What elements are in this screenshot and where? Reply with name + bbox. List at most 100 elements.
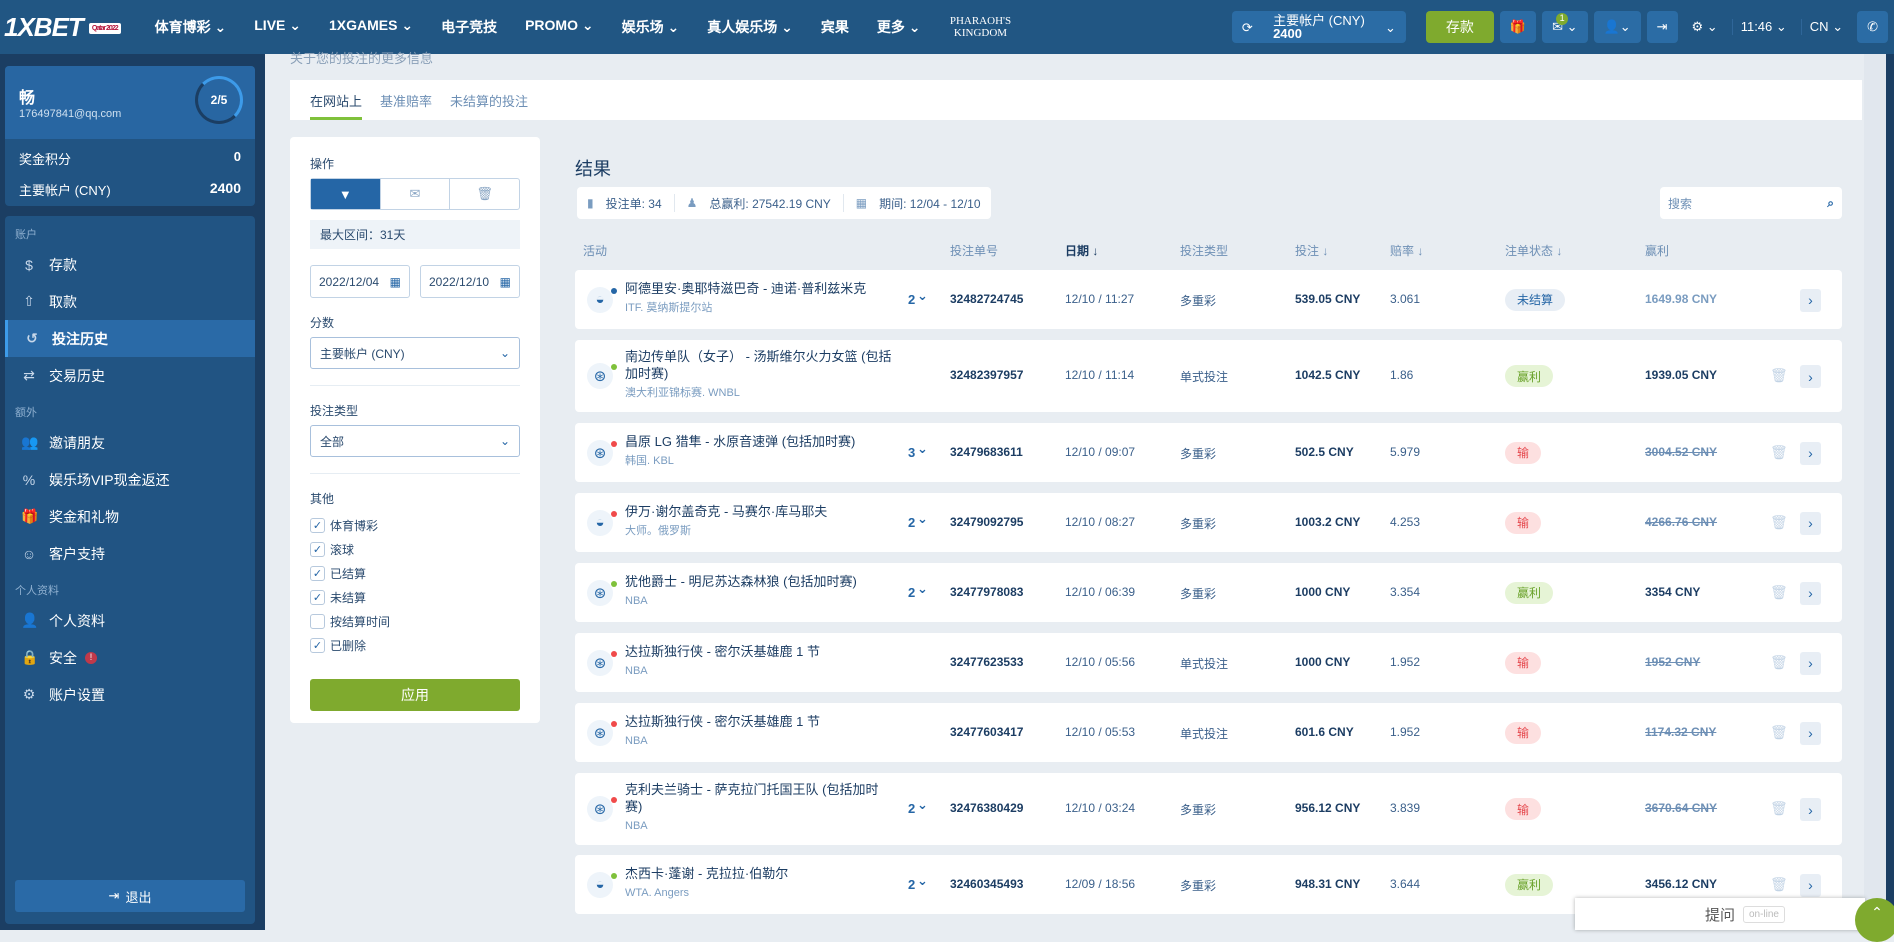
sidebar-item[interactable]: 🎁 奖金和礼物	[5, 498, 255, 535]
column-header[interactable]: 注单状态 ↓	[1505, 242, 1562, 259]
tab[interactable]: 未结算的投注	[450, 91, 528, 110]
bet-row[interactable]: ⊛ 达拉斯独行侠 - 密尔沃基雄鹿 1 节 NBA 32477603417 12/10 …	[575, 703, 1842, 762]
trash-icon[interactable]: 🗑	[1770, 514, 1788, 531]
chat-widget[interactable]: 提问 on-line	[1575, 898, 1865, 930]
checkbox-empty[interactable]	[310, 613, 325, 629]
sidebar-item[interactable]: ☺ 客户支持	[5, 535, 255, 572]
mail-icon[interactable]: ✉	[381, 179, 451, 209]
sidebar-item[interactable]: $ 存款	[5, 246, 255, 283]
nav-item[interactable]: PROMO ⌄	[511, 17, 608, 37]
calendar-icon[interactable]: ▦	[390, 275, 401, 289]
trash-icon[interactable]: 🗑	[1770, 876, 1788, 893]
chevron-right-icon[interactable]: ›	[1800, 721, 1821, 745]
trash-icon[interactable]: 🗑	[1770, 584, 1788, 601]
calendar-icon[interactable]: ▦	[500, 275, 511, 289]
sidebar-item[interactable]: % 娱乐场VIP现金返还	[5, 461, 255, 498]
column-header[interactable]: 赔率 ↓	[1390, 242, 1423, 259]
event-cell[interactable]: 达拉斯独行侠 - 密尔沃基雄鹿 1 节 NBA	[625, 713, 895, 750]
column-header[interactable]: 赢利	[1645, 242, 1669, 259]
date-to-input[interactable]: 2022/12/10 ▦	[420, 265, 520, 298]
settings-button[interactable]: ⚙ ⌄	[1684, 19, 1726, 35]
trash-icon[interactable]: 🗑	[1770, 724, 1788, 741]
checkbox[interactable]: ✓ 已删除	[310, 633, 520, 657]
check-icon[interactable]: ✓	[310, 541, 325, 557]
profile-button[interactable]: 👤 ⌄	[1593, 11, 1641, 43]
selection-count-toggle[interactable]: 2	[908, 292, 915, 307]
selection-count-toggle[interactable]: 2	[908, 801, 915, 816]
sidebar-item[interactable]: ⇧ 取款	[5, 283, 255, 320]
chevron-right-icon[interactable]: ›	[1800, 581, 1821, 605]
filter-icon[interactable]: ▼	[311, 179, 381, 209]
score-select[interactable]: 主要帐户 (CNY) ⌄	[310, 337, 520, 369]
pharaohs-kingdom-logo[interactable]: PHARAOH'S KINGDOM	[940, 15, 1020, 39]
checkbox[interactable]: ✓ 滚球	[310, 537, 520, 561]
check-icon[interactable]: ✓	[310, 637, 325, 653]
column-header[interactable]: 投注单号	[950, 242, 998, 259]
event-cell[interactable]: 达拉斯独行侠 - 密尔沃基雄鹿 1 节 NBA	[625, 643, 895, 680]
refresh-icon[interactable]: ⟳	[1242, 21, 1253, 34]
sidebar-item[interactable]: ↺ 投注历史	[5, 320, 255, 357]
search-icon[interactable]: ⌕	[1827, 196, 1834, 211]
selection-count-toggle[interactable]: 2	[908, 585, 915, 600]
level-ring[interactable]: 2/5	[195, 76, 243, 124]
selection-count-toggle[interactable]: 2	[908, 515, 915, 530]
tab[interactable]: 基准赔率	[380, 91, 432, 110]
checkbox[interactable]: ✓ 体育博彩	[310, 513, 520, 537]
column-header[interactable]: 活动	[583, 242, 607, 259]
apply-button[interactable]: 应用	[310, 679, 520, 711]
gift-icon[interactable]: 🎁	[1499, 11, 1537, 43]
sidebar-item[interactable]: ⚙ 账户设置	[5, 676, 255, 713]
event-cell[interactable]: 阿德里安·奥耶特滋巴奇 - 迪诺·普利兹米克 ITF. 莫纳斯提尔站	[625, 280, 895, 317]
trash-icon[interactable]: 🗑	[1770, 444, 1788, 461]
chevron-right-icon[interactable]: ›	[1800, 511, 1821, 535]
checkbox[interactable]: 按结算时间	[310, 609, 520, 633]
selection-count-toggle[interactable]: 2	[908, 877, 915, 892]
nav-item[interactable]: 宾果	[807, 17, 863, 37]
check-icon[interactable]: ✓	[310, 589, 325, 605]
bet-type-select[interactable]: 全部 ⌄	[310, 425, 520, 457]
bet-row[interactable]: ⊛ 犹他爵士 - 明尼苏达森林狼 (包括加时赛) NBA 2 ⌄ 32477978083…	[575, 563, 1842, 622]
selection-count-toggle[interactable]: 3	[908, 445, 915, 460]
bet-row[interactable]: ⊛ 克利夫兰骑士 - 萨克拉门托国王队 (包括加时赛) NBA 2 ⌄ 32476380…	[575, 773, 1842, 845]
nav-item[interactable]: 娱乐场 ⌄	[608, 17, 694, 37]
deposit-button[interactable]: 存款	[1425, 11, 1494, 43]
check-icon[interactable]: ✓	[310, 517, 325, 533]
chevron-right-icon[interactable]: ›	[1800, 288, 1821, 312]
event-cell[interactable]: 伊万·谢尔盖奇克 - 马赛尔·库马耶夫 大师。俄罗斯	[625, 503, 895, 540]
bet-row[interactable]: ⊛ 达拉斯独行侠 - 密尔沃基雄鹿 1 节 NBA 32477623533 12/10 …	[575, 633, 1842, 692]
scroll-up-icon[interactable]: ⌃	[1855, 898, 1894, 942]
chevron-right-icon[interactable]: ›	[1800, 441, 1821, 465]
chevron-right-icon[interactable]: ›	[1800, 651, 1821, 675]
brand-logo[interactable]: 1XBET Qatar 2022	[4, 12, 121, 43]
trash-icon[interactable]: 🗑	[1770, 654, 1788, 671]
trash-icon[interactable]: 🗑	[1770, 800, 1788, 817]
trash-icon[interactable]: 🗑	[450, 179, 519, 209]
checkbox[interactable]: ✓ 未结算	[310, 585, 520, 609]
account-selector[interactable]: ⟳ 主要帐户 (CNY) 2400 ⌄	[1231, 11, 1406, 43]
tab[interactable]: 在网站上	[310, 81, 363, 120]
column-header[interactable]: 日期 ↓	[1065, 242, 1098, 259]
sidebar-item[interactable]: ⇄ 交易历史	[5, 357, 255, 394]
nav-item[interactable]: LIVE ⌄	[240, 17, 315, 37]
sidebar-item[interactable]: 🔒 安全!	[5, 639, 255, 676]
column-header[interactable]: 投注 ↓	[1295, 242, 1328, 259]
nav-item[interactable]: 体育博彩 ⌄	[141, 17, 241, 37]
check-icon[interactable]: ✓	[310, 565, 325, 581]
logout-button[interactable]: ⇥ 退出	[15, 880, 245, 912]
search-input[interactable]: 搜索 ⌕	[1660, 187, 1842, 219]
nav-item[interactable]: 1XGAMES ⌄	[315, 17, 427, 37]
trash-icon[interactable]: 🗑	[1770, 367, 1788, 384]
sidebar-item[interactable]: 👤 个人资料	[5, 602, 255, 639]
bet-row[interactable]: ◒ 伊万·谢尔盖奇克 - 马赛尔·库马耶夫 大师。俄罗斯 2 ⌄ 32479092795…	[575, 493, 1842, 552]
checkbox[interactable]: ✓ 已结算	[310, 561, 520, 585]
time-selector[interactable]: 11:46 ⌄	[1731, 19, 1795, 35]
event-cell[interactable]: 昌原 LG 猎隼 - 水原音速弹 (包括加时赛) 韩国. KBL	[625, 433, 895, 470]
event-cell[interactable]: 克利夫兰骑士 - 萨克拉门托国王队 (包括加时赛) NBA	[625, 781, 895, 835]
mail-button[interactable]: ✉ 1 ⌄	[1542, 11, 1588, 43]
nav-item[interactable]: 真人娱乐场 ⌄	[693, 17, 807, 37]
phone-icon[interactable]: ✆	[1857, 11, 1888, 43]
sidebar-item[interactable]: 👥 邀请朋友	[5, 424, 255, 461]
bet-row[interactable]: ◒ 阿德里安·奥耶特滋巴奇 - 迪诺·普利兹米克 ITF. 莫纳斯提尔站 2 ⌄ 324…	[575, 270, 1842, 329]
logout-icon[interactable]: ⇥	[1646, 11, 1678, 43]
event-cell[interactable]: 犹他爵士 - 明尼苏达森林狼 (包括加时赛) NBA	[625, 573, 895, 610]
